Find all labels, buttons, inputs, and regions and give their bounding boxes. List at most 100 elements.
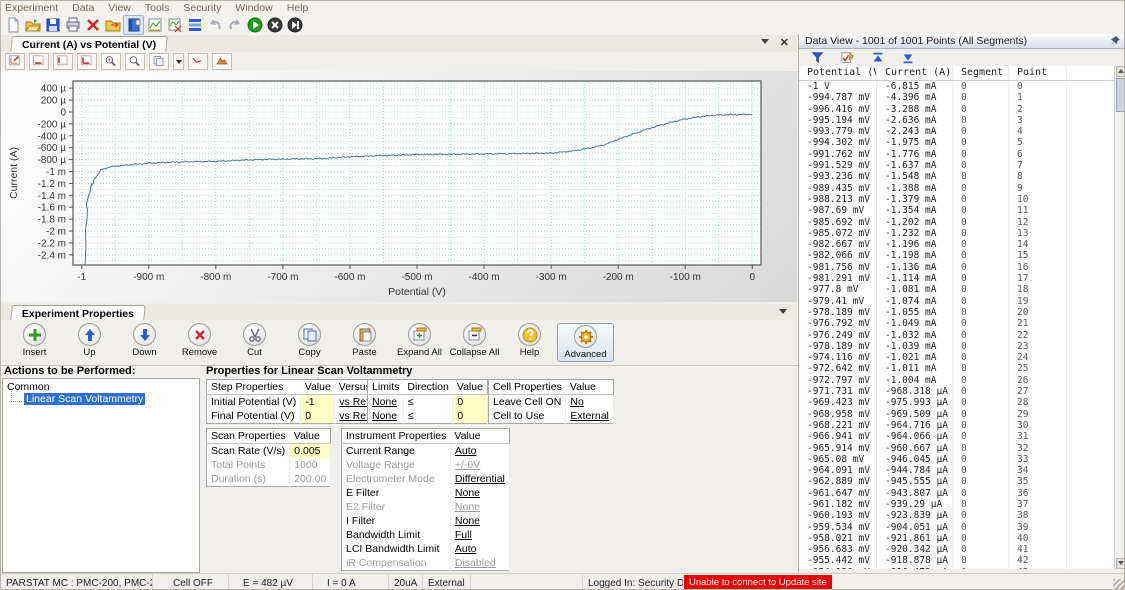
- peak-button[interactable]: [212, 53, 232, 70]
- data-row[interactable]: -954.136 mV-916.473 µA043: [799, 567, 1115, 569]
- menu-data[interactable]: Data: [72, 2, 94, 14]
- data-row[interactable]: -974.116 mV-1.021 mA024: [799, 352, 1115, 363]
- data-row[interactable]: -956.683 mV-920.342 µA041: [799, 544, 1115, 555]
- menu-experiment[interactable]: Experiment: [5, 2, 58, 14]
- redo-button[interactable]: [225, 16, 244, 34]
- data-row[interactable]: -968.221 mV-964.716 µA030: [799, 420, 1115, 431]
- data-table[interactable]: Potential (V)Current (A)SegmentPoint-1 V…: [799, 66, 1115, 569]
- copy-chart-button[interactable]: [149, 53, 169, 70]
- property-value[interactable]: 0.005: [290, 444, 331, 459]
- data-row[interactable]: -985.692 mV-1.202 mA012: [799, 217, 1115, 228]
- tab-experiment-properties[interactable]: Experiment Properties: [10, 305, 146, 321]
- up-button[interactable]: Up: [62, 323, 117, 358]
- undo-button[interactable]: [205, 16, 224, 34]
- property-value[interactable]: 0: [453, 395, 488, 410]
- notebook-button[interactable]: [123, 15, 144, 35]
- insert-button[interactable]: Insert: [7, 323, 62, 358]
- property-value[interactable]: Disabled: [450, 556, 509, 571]
- open-button[interactable]: [23, 16, 42, 34]
- advanced-button[interactable]: Advanced: [557, 323, 614, 362]
- data-row[interactable]: -977.8 mV-1.081 mA018: [799, 284, 1115, 295]
- data-row[interactable]: -964.091 mV-944.784 µA034: [799, 465, 1115, 476]
- data-row[interactable]: -988.213 mV-1.379 mA010: [799, 194, 1115, 205]
- data-row[interactable]: -995.194 mV-2.636 mA03: [799, 115, 1115, 126]
- data-row[interactable]: -996.416 mV-3.288 mA02: [799, 104, 1115, 115]
- property-value[interactable]: +/-6V: [450, 458, 509, 472]
- menu-view[interactable]: View: [108, 2, 131, 14]
- property-value[interactable]: Differential: [450, 472, 509, 486]
- data-row[interactable]: -961.647 mV-943.807 µA036: [799, 488, 1115, 499]
- remove-button[interactable]: Remove: [172, 323, 227, 358]
- data-row[interactable]: -971.731 mV-968.318 µA027: [799, 386, 1115, 397]
- scale-xy-button[interactable]: [77, 53, 97, 70]
- collapse-all-button[interactable]: Collapse All: [447, 323, 502, 358]
- expand-all-button[interactable]: Expand All: [392, 323, 447, 358]
- property-value[interactable]: Auto: [450, 444, 509, 459]
- pin-icon[interactable]: [1109, 35, 1121, 47]
- tab-current-vs-potential[interactable]: Current (A) vs Potential (V): [10, 36, 168, 53]
- column-header-point[interactable]: Point: [1009, 66, 1067, 80]
- data-row[interactable]: -978.189 mV-1.055 mA020: [799, 307, 1115, 318]
- data-row[interactable]: -994.302 mV-1.975 mA05: [799, 137, 1115, 148]
- voltammetry-chart[interactable]: -1-900 m-800 m-700 m-600 m-500 m-400 m-3…: [3, 73, 795, 301]
- cut-button[interactable]: Cut: [227, 323, 282, 358]
- data-row[interactable]: -978.189 mV-1.039 mA023: [799, 341, 1115, 352]
- new-experiment-button[interactable]: [3, 16, 22, 34]
- data-row[interactable]: -958.021 mV-921.861 µA040: [799, 533, 1115, 544]
- property-value[interactable]: Auto: [450, 542, 509, 556]
- menu-tools[interactable]: Tools: [145, 2, 170, 14]
- data-row[interactable]: -979.41 mV-1.074 mA019: [799, 296, 1115, 307]
- filter-button[interactable]: [807, 51, 829, 65]
- data-row[interactable]: -1 V-6.815 mA00: [799, 81, 1115, 92]
- chart-tab-list-caret-icon[interactable]: [761, 39, 769, 44]
- graph-view-button[interactable]: [145, 16, 164, 34]
- data-row[interactable]: -981.756 mV-1.136 mA016: [799, 262, 1115, 273]
- scroll-top-button[interactable]: [867, 51, 889, 65]
- trace-button[interactable]: [188, 53, 208, 70]
- dropdown-caret-icon[interactable]: [173, 53, 184, 70]
- scrollbar-thumb[interactable]: [1116, 78, 1125, 112]
- menu-help[interactable]: Help: [287, 2, 309, 14]
- data-row[interactable]: -961.182 mV-939.29 µA037: [799, 499, 1115, 510]
- chart-tab-close-icon[interactable]: ✕: [780, 36, 789, 49]
- copy-button[interactable]: Copy: [282, 323, 337, 358]
- export-button[interactable]: [103, 16, 122, 34]
- column-header-potential-v[interactable]: Potential (V): [799, 66, 877, 80]
- property-value[interactable]: 200.00: [290, 472, 331, 487]
- tree-node-common[interactable]: Common: [3, 381, 199, 393]
- data-row[interactable]: -965.914 mV-960.667 µA032: [799, 443, 1115, 454]
- menu-window[interactable]: Window: [235, 2, 272, 14]
- column-header-current-a[interactable]: Current (A): [877, 66, 953, 80]
- data-row[interactable]: -960.193 mV-923.839 µA038: [799, 510, 1115, 521]
- data-row[interactable]: -968.958 mV-969.509 µA029: [799, 409, 1115, 420]
- property-value[interactable]: -1: [301, 395, 335, 410]
- data-row[interactable]: -955.442 mV-918.878 µA042: [799, 555, 1115, 566]
- property-value[interactable]: ≤: [403, 409, 452, 424]
- data-table-scrollbar[interactable]: [1114, 66, 1125, 569]
- property-value[interactable]: 0: [301, 409, 335, 424]
- run-button[interactable]: [245, 16, 264, 34]
- select-columns-button[interactable]: [837, 51, 859, 65]
- zoom-in-button[interactable]: [101, 53, 121, 70]
- data-row[interactable]: -965.08 mV-946.045 µA033: [799, 454, 1115, 465]
- menu-security[interactable]: Security: [183, 2, 221, 14]
- data-row[interactable]: -989.435 mV-1.388 mA09: [799, 183, 1115, 194]
- data-row[interactable]: -966.941 mV-964.066 µA031: [799, 431, 1115, 442]
- property-value[interactable]: None: [450, 514, 509, 528]
- data-row[interactable]: -994.787 mV-4.396 mA01: [799, 92, 1115, 103]
- stop-button[interactable]: [265, 16, 284, 34]
- property-value[interactable]: 0: [453, 409, 488, 424]
- scrollbar-up-icon[interactable]: [1116, 66, 1125, 77]
- property-value[interactable]: None: [450, 500, 509, 514]
- property-value[interactable]: None: [450, 486, 509, 500]
- data-row[interactable]: -987.69 mV-1.354 mA011: [799, 205, 1115, 216]
- property-value[interactable]: 1000: [290, 458, 331, 472]
- data-row[interactable]: -993.779 mV-2.243 mA04: [799, 126, 1115, 137]
- data-row[interactable]: -993.236 mV-1.548 mA08: [799, 171, 1115, 182]
- data-list-button[interactable]: [185, 16, 204, 34]
- property-value[interactable]: External: [566, 409, 614, 424]
- data-row[interactable]: -962.889 mV-945.555 µA035: [799, 476, 1115, 487]
- property-value[interactable]: No: [566, 395, 614, 410]
- data-row[interactable]: -991.762 mV-1.776 mA06: [799, 149, 1115, 160]
- down-button[interactable]: Down: [117, 323, 172, 358]
